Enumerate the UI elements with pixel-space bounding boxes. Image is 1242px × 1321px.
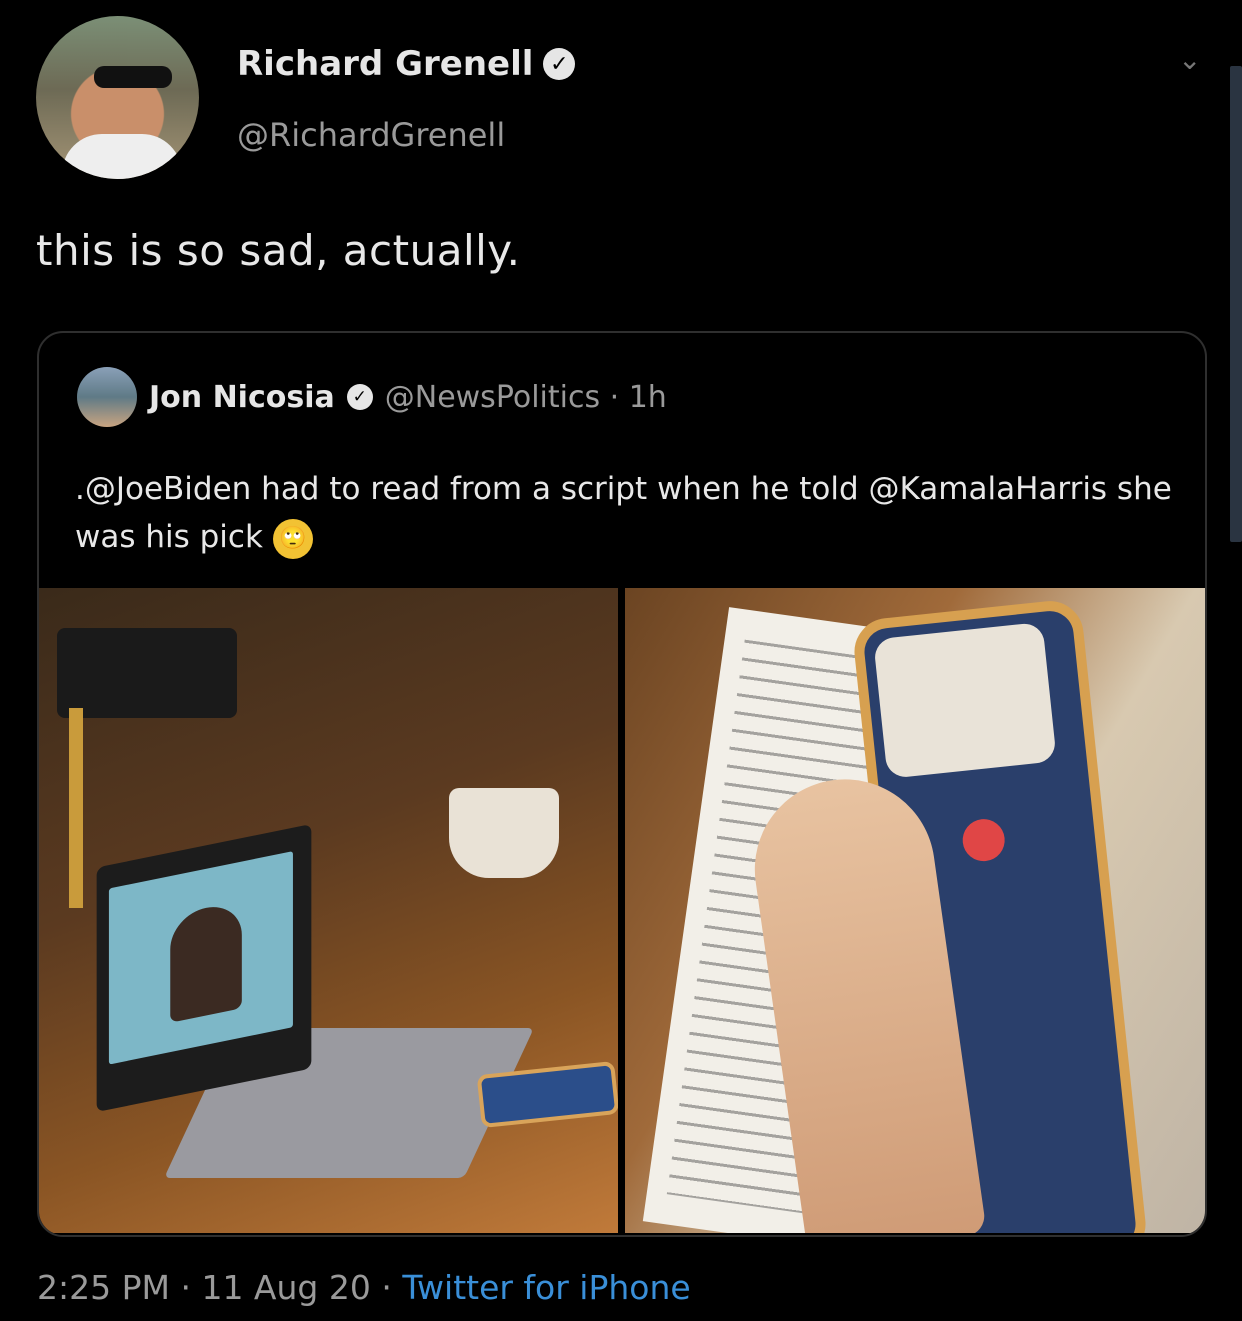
- quoted-separator: ·: [600, 379, 629, 415]
- quoted-tweet-text: .@JoeBiden had to read from a script whe…: [75, 465, 1185, 561]
- more-options-chevron-icon[interactable]: ⌄: [1178, 46, 1206, 74]
- quoted-author-handle: @NewsPolitics · 1h: [385, 380, 667, 415]
- tweet-date[interactable]: 11 Aug 20: [201, 1268, 370, 1307]
- photo-laptop-desk[interactable]: [39, 588, 618, 1233]
- quoted-verified-badge-icon: ✓: [346, 384, 373, 410]
- meta-separator: ·: [370, 1268, 403, 1307]
- author-avatar[interactable]: [36, 16, 199, 179]
- lamp-pole-shape: [69, 708, 83, 908]
- quoted-author-name[interactable]: Jon Nicosia: [149, 380, 335, 415]
- quoted-tweet-body: .@JoeBiden had to read from a script whe…: [75, 471, 1172, 555]
- video-call-person-shape: [170, 900, 242, 1023]
- video-call-display: [108, 851, 293, 1065]
- quoted-media-grid: [39, 588, 1205, 1235]
- eye-roll-emoji-icon: 🙄: [272, 518, 313, 559]
- tweet-meta: 2:25 PM · 11 Aug 20 · Twitter for iPhone: [37, 1268, 691, 1307]
- tweet-text: this is so sad, actually.: [36, 226, 521, 275]
- tweet-time[interactable]: 2:25 PM: [37, 1268, 170, 1307]
- author-name[interactable]: Richard Grenell: [237, 44, 533, 84]
- phone-screen-glare: [873, 621, 1057, 779]
- quoted-time: 1h: [628, 379, 667, 415]
- verified-badge-icon: ✓: [543, 48, 576, 80]
- quoted-author-avatar[interactable]: [77, 367, 137, 427]
- desk-lamp-shape: [57, 628, 237, 718]
- quoted-handle-text[interactable]: @NewsPolitics: [385, 380, 600, 415]
- author-handle[interactable]: @RichardGrenell: [237, 116, 505, 154]
- meta-separator: ·: [169, 1268, 202, 1307]
- end-call-button-shape: [960, 817, 1007, 864]
- scrollbar[interactable]: [1230, 66, 1242, 542]
- avatar-sunglasses: [94, 66, 172, 88]
- laptop-screen-shape: [96, 823, 312, 1113]
- quoted-tweet-card[interactable]: Jon Nicosia ✓ @NewsPolitics · 1h .@JoeBi…: [37, 331, 1207, 1237]
- tweet-source-link[interactable]: Twitter for iPhone: [402, 1268, 690, 1307]
- tweet-header: Richard Grenell ✓ @RichardGrenell ⌄: [36, 16, 1206, 181]
- author-name-row: Richard Grenell ✓: [237, 44, 576, 84]
- avatar-shirt: [62, 134, 182, 179]
- mug-shape: [449, 788, 559, 878]
- photo-phone-script[interactable]: [625, 588, 1205, 1233]
- quoted-tweet-header: Jon Nicosia ✓ @NewsPolitics · 1h: [77, 367, 667, 427]
